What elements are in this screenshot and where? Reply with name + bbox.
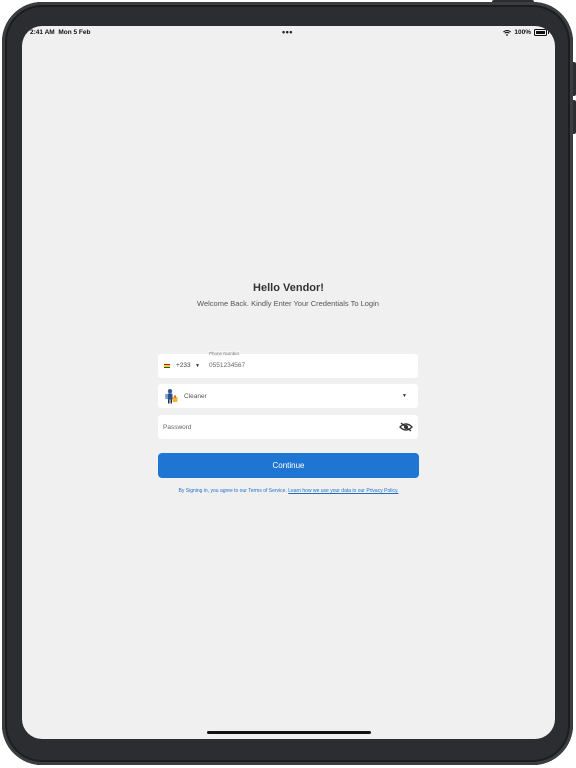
vendor-type-value: Cleaner	[184, 393, 207, 400]
password-field[interactable]: Password	[158, 415, 418, 439]
status-date: Mon 5 Feb	[58, 29, 91, 36]
status-bar: 2:41 AM Mon 5 Feb ••• 100%	[22, 26, 555, 40]
dropdown-arrow-icon[interactable]: ▼	[402, 393, 407, 399]
phone-number-input[interactable]: 0551234567	[209, 362, 245, 369]
page-title: Hello Vendor!	[253, 282, 324, 294]
vendor-type-select[interactable]: Cleaner ▼	[158, 384, 418, 408]
continue-button[interactable]: Continue	[158, 453, 419, 478]
ghana-flag-icon[interactable]	[164, 364, 170, 368]
password-input[interactable]: Password	[163, 424, 192, 431]
page-subtitle: Welcome Back. Kindly Enter Your Credenti…	[197, 299, 379, 308]
phone-number-label: Phone Number	[208, 351, 241, 356]
terms-notice: By Signing in, you agree to our Terms of…	[22, 488, 555, 494]
battery-icon	[534, 29, 549, 36]
phone-number-field[interactable]: +233 ▼ 0551234567	[158, 354, 418, 378]
cleaner-icon	[165, 389, 178, 404]
battery-percent: 100%	[514, 29, 531, 36]
status-time-value: 2:41 AM	[30, 29, 55, 36]
multitasking-dots[interactable]: •••	[282, 27, 293, 37]
terms-text: By Signing in, you agree to our Terms of…	[178, 488, 287, 494]
wifi-icon	[503, 29, 512, 36]
privacy-policy-link[interactable]: Learn how we use your data in our Privac…	[288, 488, 398, 494]
status-indicators: 100%	[503, 29, 549, 36]
country-code[interactable]: +233	[176, 362, 191, 369]
eye-slash-icon[interactable]	[399, 422, 413, 432]
status-time: 2:41 AM Mon 5 Feb	[30, 29, 90, 36]
home-indicator[interactable]	[207, 731, 371, 734]
app-screen: 2:41 AM Mon 5 Feb ••• 100% Hello Vendor!…	[22, 26, 555, 739]
chevron-down-icon[interactable]: ▼	[195, 363, 200, 369]
